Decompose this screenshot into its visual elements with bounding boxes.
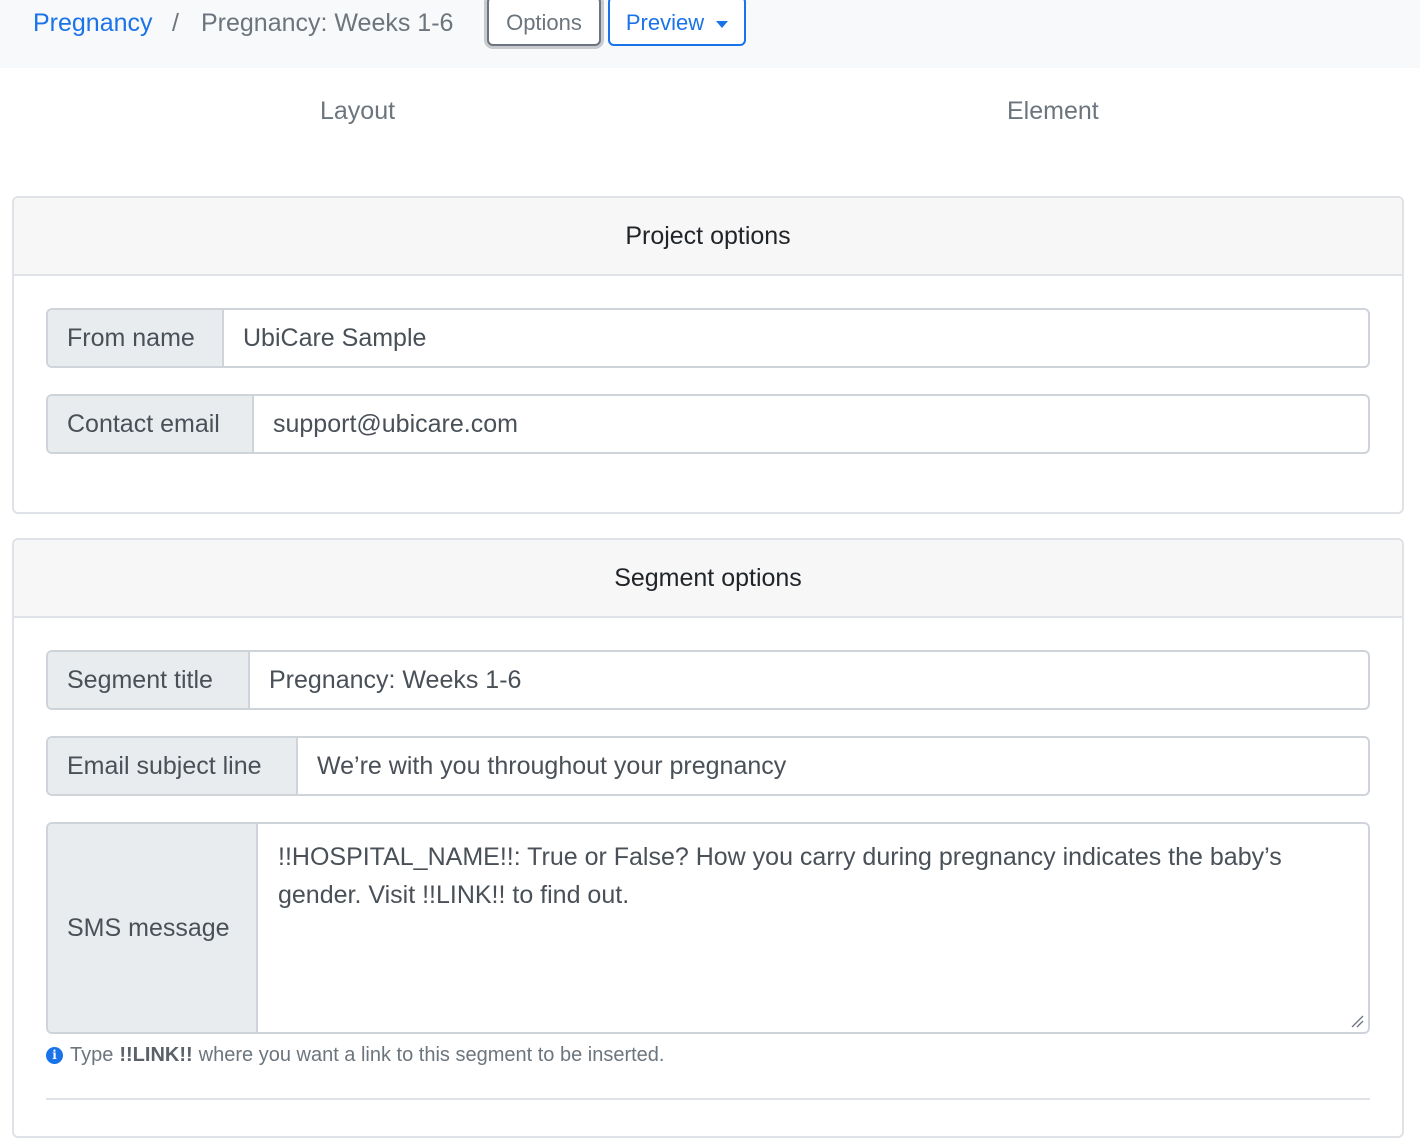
email-subject-field: Email subject line We’re with you throug…: [46, 736, 1370, 796]
info-circle-icon: i: [46, 1046, 63, 1064]
options-button[interactable]: Options: [487, 0, 601, 46]
email-subject-label: Email subject line: [48, 738, 298, 794]
help-prefix: Type: [70, 1044, 114, 1066]
from-name-input[interactable]: UbiCare Sample: [224, 310, 1368, 366]
segment-title-field: Segment title Pregnancy: Weeks 1-6: [46, 650, 1370, 710]
segment-options-header: Segment options: [14, 540, 1402, 618]
sms-message-textarea[interactable]: !!HOSPITAL_NAME!!: True or False? How yo…: [258, 824, 1368, 1032]
from-name-label: From name: [48, 310, 224, 366]
preview-button-label: Preview: [625, 10, 705, 35]
sms-help-text: i Type !!LINK!! where you want a link to…: [46, 1042, 664, 1068]
segment-title-label: Segment title: [48, 652, 250, 708]
top-bar: Pregnancy / Pregnancy: Weeks 1-6 Options…: [0, 0, 1420, 68]
caret-down-icon: [716, 20, 729, 28]
breadcrumb-current: Pregnancy: Weeks 1-6: [201, 9, 454, 37]
segment-title-input[interactable]: Pregnancy: Weeks 1-6: [250, 652, 1368, 708]
breadcrumb-separator: /: [172, 9, 179, 37]
contact-email-input[interactable]: support@ubicare.com: [254, 396, 1368, 452]
preview-dropdown-button[interactable]: Preview: [608, 0, 746, 46]
resize-grip-icon[interactable]: [1350, 1014, 1364, 1028]
help-keyword: !!LINK!!: [119, 1044, 193, 1066]
sms-message-field: SMS message !!HOSPITAL_NAME!!: True or F…: [46, 822, 1370, 1034]
contact-email-label: Contact email: [48, 396, 254, 452]
help-suffix: where you want a link to this segment to…: [198, 1044, 665, 1066]
from-name-field: From name UbiCare Sample: [46, 308, 1370, 368]
options-button-label: Options: [506, 10, 582, 35]
sms-message-label: SMS message: [48, 824, 258, 1032]
contact-email-field: Contact email support@ubicare.com: [46, 394, 1370, 454]
breadcrumb-pregnancy-link[interactable]: Pregnancy: [33, 6, 153, 40]
tab-layout[interactable]: Layout: [320, 94, 395, 128]
tab-element[interactable]: Element: [1007, 94, 1099, 128]
project-options-header: Project options: [14, 198, 1402, 276]
section-divider: [46, 1098, 1370, 1100]
email-subject-input[interactable]: We’re with you throughout your pregnancy: [298, 738, 1368, 794]
